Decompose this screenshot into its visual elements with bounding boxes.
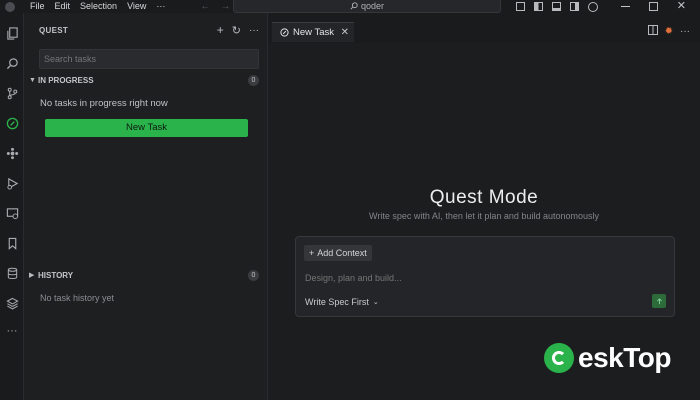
history-count-badge: 0 bbox=[248, 269, 259, 281]
in-progress-section-header[interactable]: ▼ IN PROGRESS 0 bbox=[24, 73, 268, 87]
history-section-header[interactable]: ▶ HISTORY 0 bbox=[24, 268, 268, 282]
remote-explorer-icon[interactable] bbox=[5, 206, 19, 220]
maximize-icon[interactable] bbox=[648, 2, 658, 11]
search-tasks-input[interactable] bbox=[39, 49, 259, 69]
close-window-icon[interactable]: ✕ bbox=[677, 1, 686, 12]
app-logo-icon bbox=[5, 1, 15, 12]
sidebar-toggle-icon[interactable] bbox=[533, 2, 543, 11]
layout-toggle-icon[interactable] bbox=[515, 2, 525, 11]
sidebar-actions: + ↻ ··· bbox=[217, 23, 259, 37]
chevron-down-icon: ▼ bbox=[29, 76, 36, 84]
page-subtitle: Write spec with AI, then let it plan and… bbox=[369, 211, 599, 221]
search-icon bbox=[350, 2, 358, 10]
explorer-icon[interactable] bbox=[5, 26, 19, 40]
secondary-sidebar-toggle-icon[interactable] bbox=[569, 2, 579, 11]
quest-prompt-box: + Add Context Write Spec First ⌄ bbox=[295, 236, 675, 317]
search-icon[interactable] bbox=[5, 56, 19, 70]
watermark-logo-icon bbox=[544, 343, 574, 373]
source-control-icon[interactable] bbox=[5, 86, 19, 100]
minimize-icon[interactable] bbox=[620, 6, 630, 7]
chevron-down-icon: ⌄ bbox=[372, 299, 379, 306]
menu-selection[interactable]: Selection bbox=[75, 0, 122, 13]
tab-new-task[interactable]: New Task ✕ bbox=[272, 22, 354, 42]
spark-icon[interactable]: ✹ bbox=[665, 26, 673, 37]
more-icon[interactable]: ··· bbox=[5, 324, 19, 338]
layers-icon[interactable] bbox=[5, 296, 19, 310]
watermark-text: eskTop bbox=[578, 342, 671, 373]
menu-view[interactable]: View bbox=[122, 0, 151, 13]
plus-icon: + bbox=[309, 248, 315, 258]
history-label: HISTORY bbox=[38, 270, 74, 280]
close-tab-icon[interactable]: ✕ bbox=[341, 27, 349, 38]
database-icon[interactable] bbox=[5, 266, 19, 280]
in-progress-label: IN PROGRESS bbox=[38, 75, 94, 85]
page-title: Quest Mode bbox=[429, 187, 539, 208]
in-progress-empty-text: No tasks in progress right now bbox=[40, 98, 168, 109]
editor-more-icon[interactable]: ··· bbox=[680, 26, 690, 37]
nav-arrows: ← → bbox=[200, 1, 230, 12]
back-arrow-icon[interactable]: ← bbox=[200, 1, 210, 12]
account-icon[interactable] bbox=[587, 1, 598, 12]
menu-bar: File Edit Selection View ··· bbox=[25, 0, 170, 13]
bookmark-icon[interactable] bbox=[5, 236, 19, 250]
tab-bar: New Task ✕ ✹ ··· bbox=[268, 13, 700, 43]
editor-actions: ✹ ··· bbox=[647, 25, 690, 38]
plus-icon[interactable]: + bbox=[217, 23, 224, 37]
command-center-text: qoder bbox=[360, 1, 385, 11]
title-bar: File Edit Selection View ··· ← → qoder ✕ bbox=[0, 0, 700, 13]
menu-edit[interactable]: Edit bbox=[50, 0, 76, 13]
run-debug-icon[interactable] bbox=[5, 176, 19, 190]
add-context-label: Add Context bbox=[317, 248, 367, 258]
in-progress-count-badge: 0 bbox=[248, 74, 259, 86]
menu-more[interactable]: ··· bbox=[151, 0, 170, 13]
quest-prompt-input[interactable] bbox=[305, 273, 645, 283]
split-editor-icon[interactable] bbox=[647, 25, 658, 38]
new-task-button[interactable]: New Task bbox=[45, 119, 248, 137]
quest-tab-icon bbox=[280, 28, 289, 37]
extensions-icon[interactable] bbox=[5, 146, 19, 160]
quest-icon[interactable] bbox=[5, 116, 19, 130]
more-options-icon[interactable]: ··· bbox=[249, 25, 259, 36]
tab-label: New Task bbox=[293, 27, 335, 38]
send-button[interactable] bbox=[652, 294, 666, 308]
quest-sidebar: QUEST + ↻ ··· ▼ IN PROGRESS 0 No tasks i… bbox=[24, 13, 268, 400]
menu-file[interactable]: File bbox=[25, 0, 50, 13]
history-empty-text: No task history yet bbox=[40, 293, 115, 303]
mode-select[interactable]: Write Spec First ⌄ bbox=[305, 297, 379, 307]
sidebar-title: QUEST bbox=[39, 26, 69, 35]
panel-toggle-icon[interactable] bbox=[551, 2, 561, 11]
add-context-button[interactable]: + Add Context bbox=[304, 245, 372, 261]
mode-select-value: Write Spec First bbox=[305, 297, 369, 307]
command-center-search[interactable]: qoder bbox=[233, 0, 501, 13]
watermark: eskTop bbox=[544, 342, 671, 374]
activity-bar: ··· bbox=[0, 13, 24, 400]
forward-arrow-icon[interactable]: → bbox=[220, 1, 230, 12]
window-controls: ✕ bbox=[515, 0, 700, 13]
refresh-icon[interactable]: ↻ bbox=[232, 24, 241, 37]
arrow-up-icon bbox=[656, 297, 662, 304]
chevron-right-icon: ▶ bbox=[29, 272, 35, 279]
